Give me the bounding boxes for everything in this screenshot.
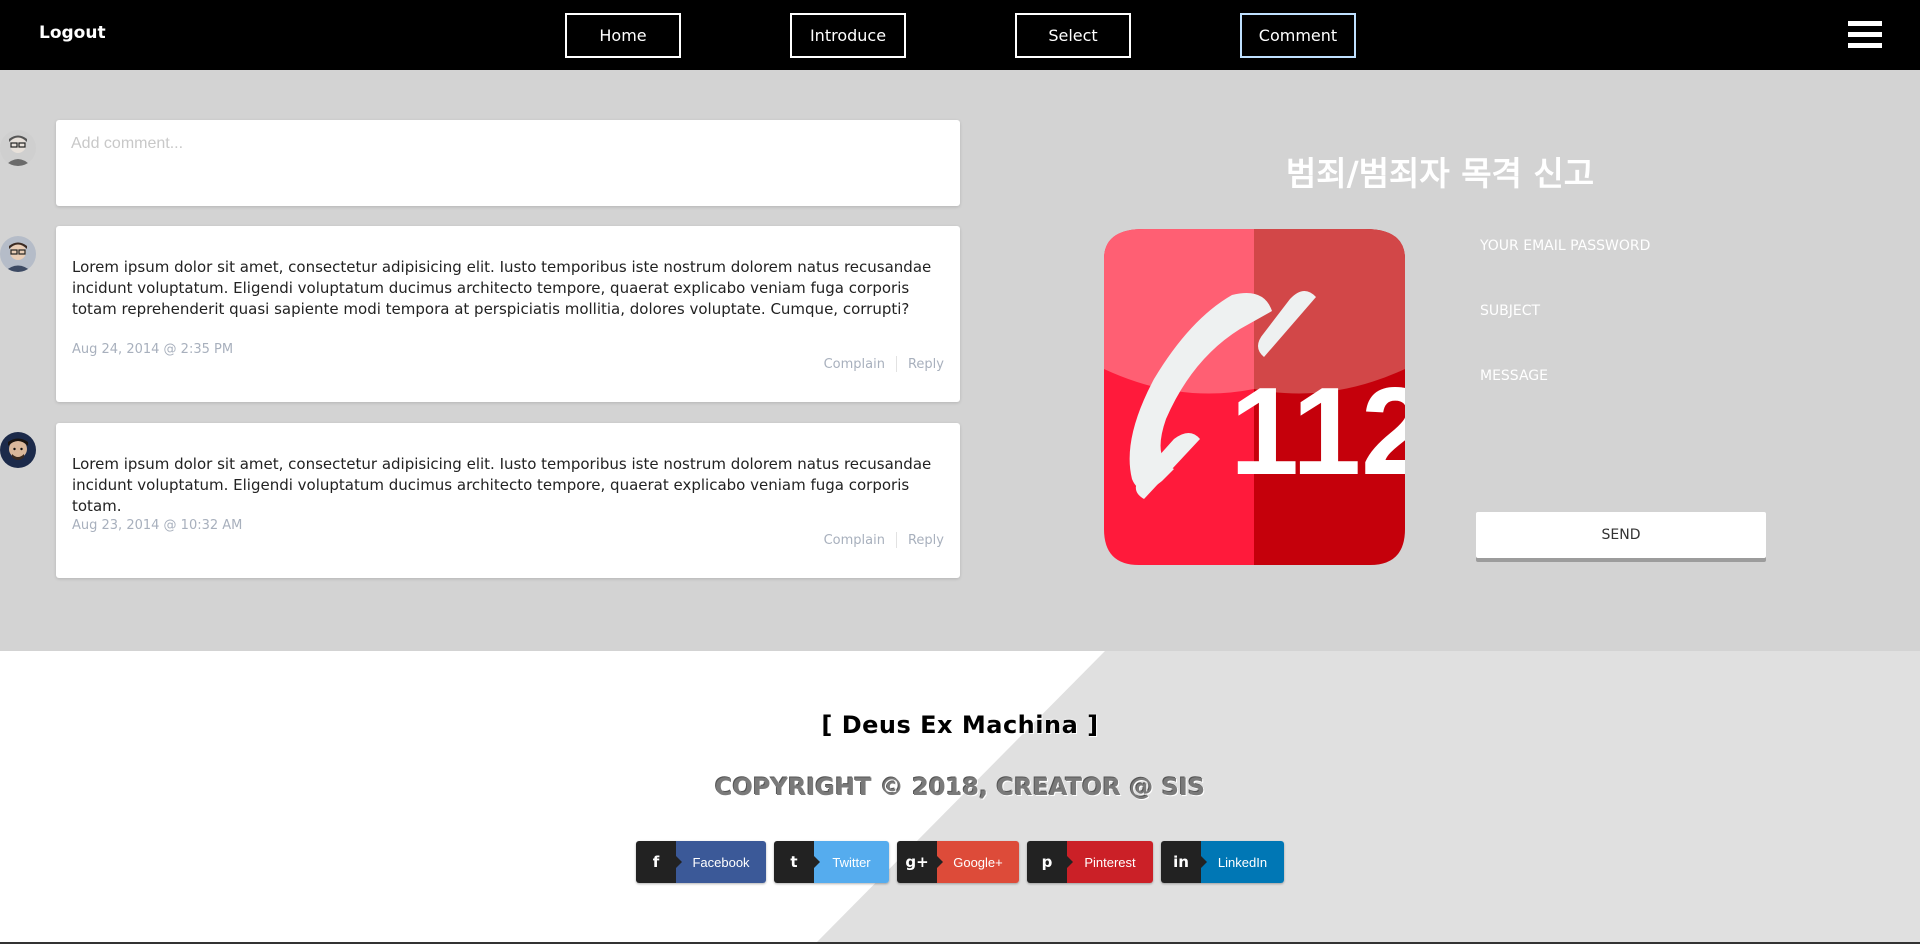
comment-author-avatar xyxy=(0,432,36,468)
comment-actions: Complain Reply xyxy=(824,532,944,548)
nav-select-button[interactable]: Select xyxy=(1015,13,1131,58)
comment-input-card xyxy=(56,120,960,206)
reply-link[interactable]: Reply xyxy=(908,357,944,372)
send-button[interactable]: SEND xyxy=(1476,512,1766,558)
nav-home-button[interactable]: Home xyxy=(565,13,681,58)
comment-date: Aug 24, 2014 @ 2:35 PM xyxy=(72,342,234,357)
google-plus-button[interactable]: g+ Google+ xyxy=(897,841,1019,883)
footer-brand: [ Deus Ex Machina ] xyxy=(821,711,1099,739)
complain-link[interactable]: Complain xyxy=(824,533,885,548)
comment-text: Lorem ipsum dolor sit amet, consectetur … xyxy=(72,258,932,318)
hamburger-menu-icon[interactable] xyxy=(1848,21,1882,50)
divider xyxy=(895,532,897,548)
divider xyxy=(895,356,897,372)
current-user-avatar xyxy=(0,130,36,166)
add-comment-input[interactable] xyxy=(71,130,941,158)
report-title: 범죄/범죄자 목격 신고 xyxy=(1285,154,1595,193)
comment-date: Aug 23, 2014 @ 10:32 AM xyxy=(72,518,243,533)
comment-card: Lorem ipsum dolor sit amet, consectetur … xyxy=(56,423,960,578)
linkedin-icon: in xyxy=(1161,841,1207,883)
icon-number: 112 xyxy=(1230,363,1405,501)
top-navigation-bar: Logout Home Introduce Select Comment xyxy=(0,0,1920,70)
pinterest-button[interactable]: p Pinterest xyxy=(1027,841,1153,883)
nav-comment-button[interactable]: Comment xyxy=(1240,13,1356,58)
google-plus-icon: g+ xyxy=(897,841,943,883)
linkedin-button[interactable]: in LinkedIn xyxy=(1161,841,1284,883)
comment-text: Lorem ipsum dolor sit amet, consectetur … xyxy=(72,455,932,515)
comment-card: Lorem ipsum dolor sit amet, consectetur … xyxy=(56,226,960,402)
footer: [ Deus Ex Machina ] COPYRIGHT © 2018, CR… xyxy=(0,651,1920,944)
footer-copyright: COPYRIGHT © 2018, CREATOR @ SIS xyxy=(714,773,1206,801)
complain-link[interactable]: Complain xyxy=(824,357,885,372)
reply-link[interactable]: Reply xyxy=(908,533,944,548)
message-field[interactable] xyxy=(1480,362,1780,390)
pinterest-icon: p xyxy=(1027,841,1073,883)
facebook-icon: f xyxy=(636,841,682,883)
twitter-button[interactable]: t Twitter xyxy=(774,841,889,883)
logout-link[interactable]: Logout xyxy=(39,23,106,43)
comment-actions: Complain Reply xyxy=(824,356,944,372)
facebook-button[interactable]: f Facebook xyxy=(636,841,766,883)
twitter-icon: t xyxy=(774,841,820,883)
subject-field[interactable] xyxy=(1480,297,1780,325)
email-field[interactable] xyxy=(1480,232,1780,260)
emergency-112-phone-icon: 112 xyxy=(1104,229,1430,565)
comment-author-avatar xyxy=(0,236,36,272)
nav-introduce-button[interactable]: Introduce xyxy=(790,13,906,58)
